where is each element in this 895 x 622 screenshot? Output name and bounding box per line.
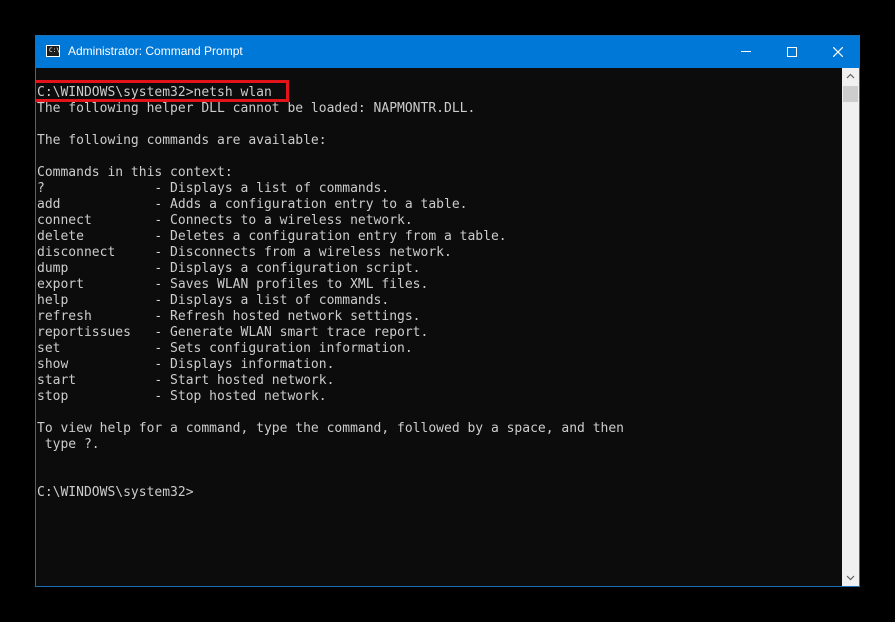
console-line: start - Start hosted network. (37, 373, 335, 388)
close-icon (833, 47, 843, 57)
chevron-down-icon (846, 575, 855, 581)
console-line: export - Saves WLAN profiles to XML file… (37, 277, 429, 292)
console-line: To view help for a command, type the com… (37, 421, 624, 436)
chevron-up-icon (846, 73, 855, 79)
console-line: ? - Displays a list of commands. (37, 181, 390, 196)
command-highlight-box (36, 80, 289, 102)
vertical-scrollbar[interactable] (842, 68, 859, 586)
scroll-up-button[interactable] (842, 68, 859, 85)
console-line: delete - Deletes a configuration entry f… (37, 229, 507, 244)
console-line: C:\WINDOWS\system32> (37, 485, 194, 500)
console-line: reportissues - Generate WLAN smart trace… (37, 325, 429, 340)
minimize-button[interactable] (723, 36, 769, 68)
console-line: show - Displays information. (37, 357, 335, 372)
command-prompt-icon[interactable]: C:\ (46, 45, 60, 57)
console-text: C:\WINDOWS\system32>netsh wlan The follo… (37, 85, 624, 501)
console-line: dump - Displays a configuration script. (37, 261, 421, 276)
scroll-down-button[interactable] (842, 569, 859, 586)
console-line: help - Displays a list of commands. (37, 293, 390, 308)
maximize-button[interactable] (769, 36, 815, 68)
console-line: disconnect - Disconnects from a wireless… (37, 245, 452, 260)
console-line: set - Sets configuration information. (37, 341, 413, 356)
close-button[interactable] (815, 36, 859, 68)
console-line: type ?. (37, 437, 100, 452)
console-line: The following commands are available: (37, 133, 327, 148)
console-line: The following helper DLL cannot be loade… (37, 101, 476, 116)
console-line: connect - Connects to a wireless network… (37, 213, 413, 228)
console-line: Commands in this context: (37, 165, 233, 180)
scroll-thumb[interactable] (843, 86, 858, 102)
title-bar[interactable]: C:\ Administrator: Command Prompt (36, 36, 859, 68)
maximize-icon (787, 47, 797, 57)
window-title: Administrator: Command Prompt (68, 44, 243, 58)
minimize-icon (741, 51, 751, 52)
console-output-area[interactable]: C:\WINDOWS\system32>netsh wlan The follo… (36, 68, 842, 586)
console-line: refresh - Refresh hosted network setting… (37, 309, 421, 324)
command-prompt-window: C:\ Administrator: Command Prompt C:\WIN… (35, 35, 860, 587)
console-line: stop - Stop hosted network. (37, 389, 327, 404)
console-line: add - Adds a configuration entry to a ta… (37, 197, 468, 212)
